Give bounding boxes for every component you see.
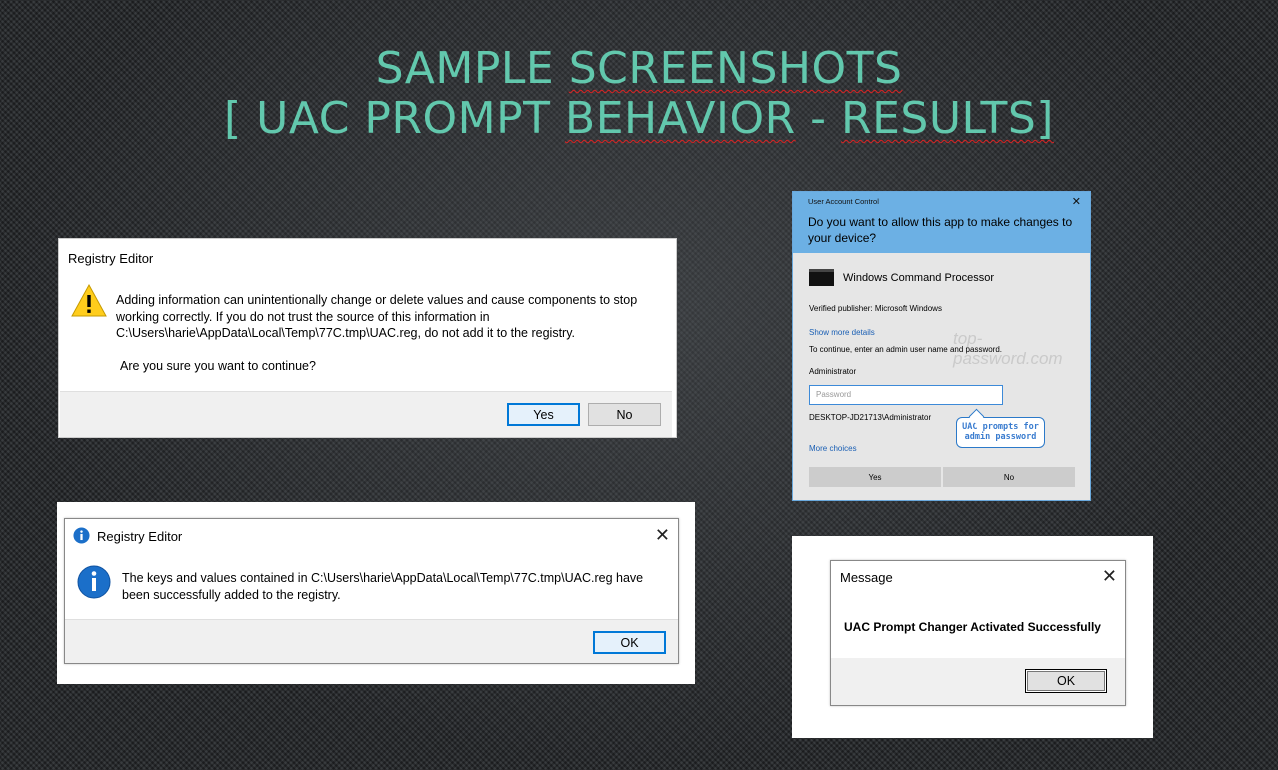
title-text: Results] [841,93,1054,144]
registry-warning-dialog: Registry Editor Adding information can u… [58,238,677,438]
dialog-message: UAC Prompt Changer Activated Successfull… [844,620,1101,634]
uac-question: Do you want to allow this app to make ch… [808,215,1073,245]
close-icon[interactable]: ✕ [655,525,670,546]
dialog-message: The keys and values contained in C:\User… [122,571,644,602]
cmd-icon [809,269,834,286]
username-label: Administrator [809,367,857,376]
ok-button[interactable]: OK [593,631,666,654]
warning-icon [71,283,107,317]
registry-info-screenshot: Registry Editor ✕ The keys and values co… [57,502,695,684]
more-choices-link[interactable]: More choices [809,444,857,453]
title-text: [ UAC Prompt [224,93,566,144]
title-text: Screenshots [568,43,903,94]
dialog-question: Are you sure you want to continue? [120,359,316,373]
title-text: Sample [375,43,569,94]
dialog-title: Registry Editor [68,251,154,266]
no-button[interactable]: No [588,403,661,426]
dialog-title: Registry Editor [97,529,183,544]
title-text: - [795,93,842,144]
title-text: Behavior [565,93,796,144]
yes-button[interactable]: Yes [507,403,580,426]
dialog-footer: OK [831,658,1125,705]
uac-header: User Account Control ✕ Do you want to al… [793,192,1090,253]
ok-button[interactable]: OK [1025,669,1107,693]
no-button[interactable]: No [943,467,1075,487]
info-icon [77,565,111,599]
slide-title-line-2: [ UAC Prompt Behavior - Results] [0,94,1278,144]
uac-dialog: User Account Control ✕ Do you want to al… [792,191,1091,501]
slide-title: Sample Screenshots [ UAC Prompt Behavior… [0,44,1278,144]
dialog-title: Message [840,570,893,585]
app-name: Windows Command Processor [843,272,994,284]
close-icon[interactable]: ✕ [1072,195,1081,208]
annotation-callout: UAC prompts for admin password [956,417,1045,448]
close-icon[interactable]: ✕ [1102,566,1117,587]
continue-instructions: To continue, enter an admin user name an… [809,345,1003,354]
dialog-footer: Yes No [60,391,672,437]
slide-title-line-1: Sample Screenshots [0,44,1278,94]
registry-info-dialog: Registry Editor ✕ The keys and values co… [64,518,679,664]
dialog-message: Adding information can unintentionally c… [116,293,638,340]
message-screenshot: Message ✕ UAC Prompt Changer Activated S… [792,536,1153,738]
publisher: Verified publisher: Microsoft Windows [809,304,942,313]
show-details-link[interactable]: Show more details [809,328,875,337]
info-icon [73,527,90,544]
password-field[interactable]: Password [809,385,1003,405]
message-dialog: Message ✕ UAC Prompt Changer Activated S… [830,560,1126,706]
dialog-footer: OK [65,619,678,663]
machine-account: DESKTOP-JD21713\Administrator [809,413,932,422]
yes-button[interactable]: Yes [809,467,941,487]
uac-header-label: User Account Control [808,197,879,206]
